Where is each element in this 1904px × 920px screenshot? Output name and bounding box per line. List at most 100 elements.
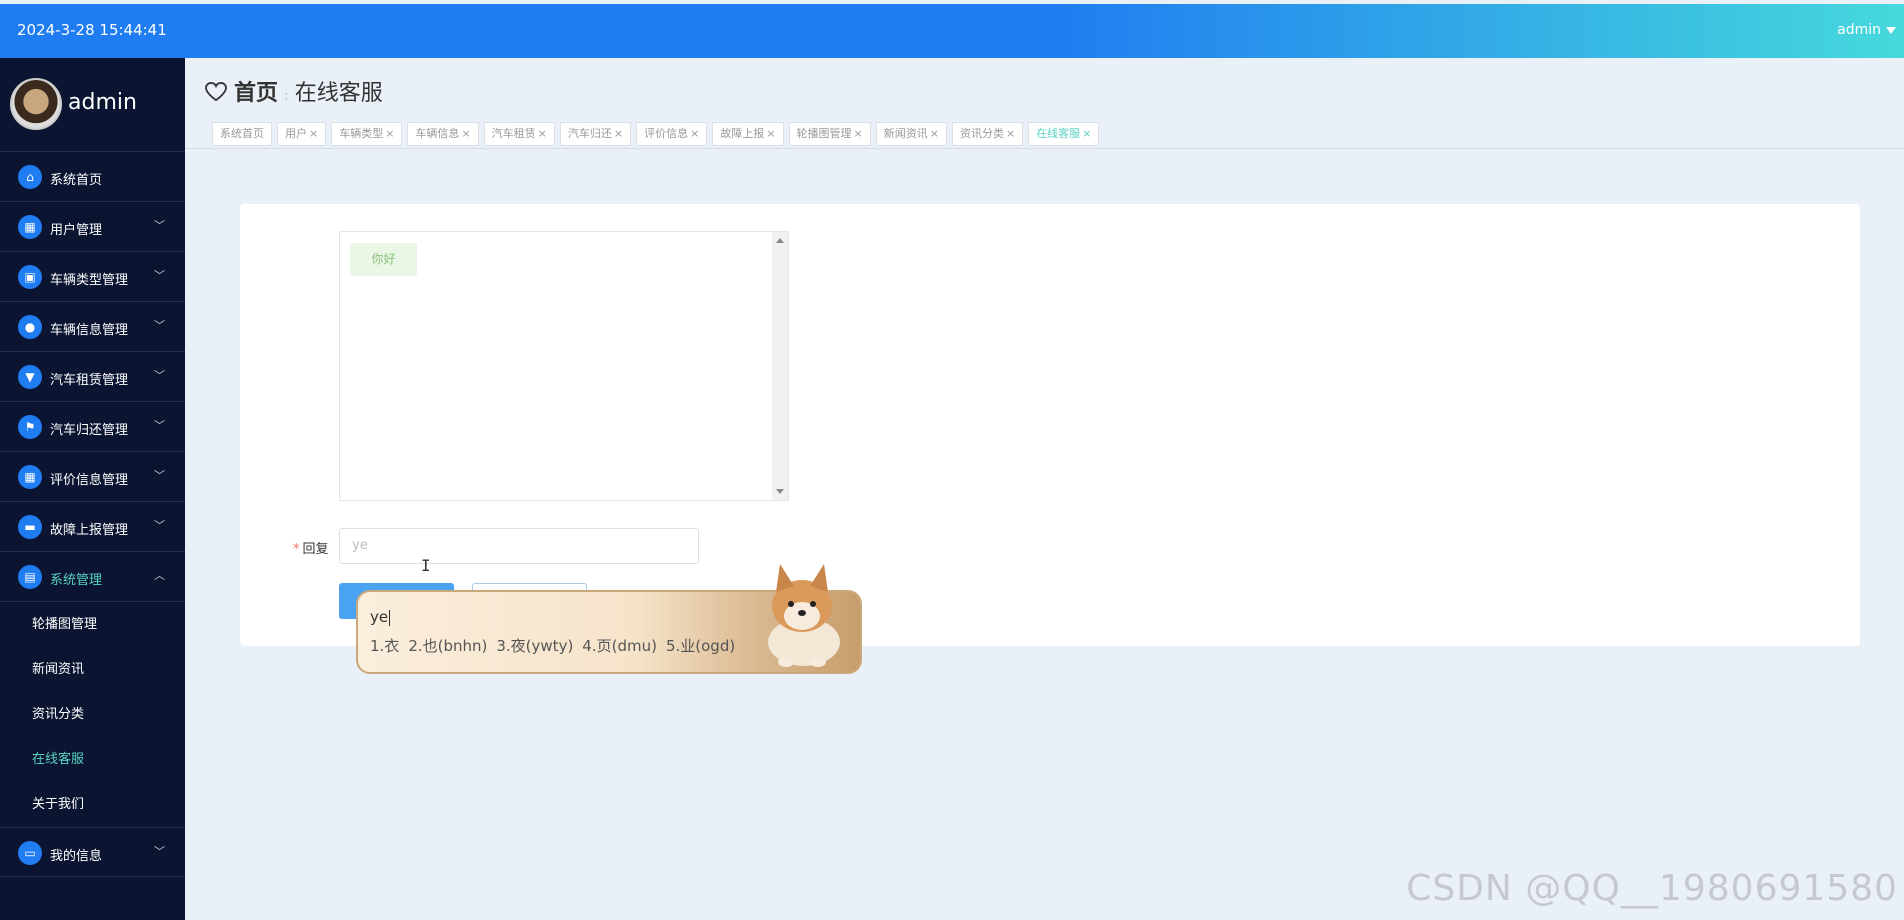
sidebar-item-my-info[interactable]: ▭ 我的信息 ﹀ [0, 827, 185, 877]
breadcrumb: 首页: 在线客服 [205, 75, 383, 107]
watermark: CSDN @QQ__1980691580 [1406, 868, 1898, 909]
sidebar-subitem[interactable]: 新闻资讯 [0, 647, 185, 692]
sidebar-item-label: 故障上报管理 [50, 523, 129, 538]
sidebar-item-label: 系统管理 [50, 573, 103, 588]
close-icon[interactable]: × [690, 127, 699, 140]
sidebar-item[interactable]: ▦ 用户管理 ﹀ [0, 202, 185, 252]
sidebar-item[interactable]: ▣ 车辆类型管理 ﹀ [0, 252, 185, 302]
sidebar-item[interactable]: ▬ 故障上报管理 ﹀ [0, 502, 185, 552]
close-icon[interactable]: × [854, 127, 863, 140]
ime-composition: ye [370, 608, 391, 626]
tab-label: 用户 [285, 127, 307, 140]
chevron-down-icon: ﹀ [154, 269, 165, 282]
chat-messages-panel[interactable]: 你好 [339, 231, 789, 501]
avatar [10, 78, 62, 130]
chevron-down-icon: ﹀ [154, 219, 165, 232]
tab-label: 系统首页 [220, 127, 264, 140]
scroll-down-icon[interactable] [776, 489, 784, 494]
sidebar: admin ⌂ 系统首页 ▦ 用户管理 ﹀ ▣ 车辆类型管理 ﹀ ● 车辆信息管理 ﹀ ▼ 汽车租赁管理… [0, 58, 185, 920]
sidebar-item-label: 用户管理 [50, 223, 103, 238]
tab[interactable]: 轮播图管理 × [788, 122, 871, 146]
trophy-icon: ▼ [18, 365, 42, 389]
tab-label: 汽车租赁 [491, 127, 536, 140]
tab-label: 车辆类型 [339, 127, 384, 140]
sidebar-item[interactable]: ⌂ 系统首页 [0, 152, 185, 202]
datetime-display: 2024-3-28 15:44:41 [17, 21, 167, 39]
sidebar-item[interactable]: ▦ 评价信息管理 ﹀ [0, 452, 185, 502]
chevron-down-icon: ﹀ [154, 319, 165, 332]
chevron-down-icon: ﹀ [154, 419, 165, 432]
flag-icon: ⚑ [18, 415, 42, 439]
close-icon[interactable]: × [766, 127, 775, 140]
sidebar-item-label: 系统首页 [50, 173, 103, 188]
sidebar-item-label: 车辆信息管理 [50, 323, 129, 338]
reply-input[interactable]: ye [339, 528, 699, 564]
sidebar-item[interactable]: ▤ 系统管理 ︿ [0, 552, 185, 602]
scrollbar[interactable] [772, 232, 788, 500]
heart-icon [205, 81, 227, 102]
chevron-down-icon: ﹀ [154, 469, 165, 482]
tab-label: 车辆信息 [415, 127, 460, 140]
tab[interactable]: 系统首页 [212, 122, 272, 146]
tab[interactable]: 汽车归还 × [559, 122, 632, 146]
breadcrumb-home[interactable]: 首页 [234, 81, 278, 106]
close-icon[interactable]: × [385, 127, 394, 140]
close-icon[interactable]: × [1082, 127, 1091, 140]
sidebar-item[interactable]: ▼ 汽车租赁管理 ﹀ [0, 352, 185, 402]
tab[interactable]: 车辆信息 × [407, 122, 479, 146]
scroll-up-icon[interactable] [776, 238, 784, 243]
close-icon[interactable]: × [614, 127, 623, 140]
close-icon[interactable]: × [930, 127, 939, 140]
tab-label: 评价信息 [644, 127, 689, 140]
ime-candidates: 1.衣 2.也(bnhn) 3.夜(ywty) 4.页(dmu) 5.业(ogd) [370, 635, 744, 656]
tab[interactable]: 故障上报 × [712, 122, 784, 146]
ime-candidate[interactable]: 2.也(bnhn) [408, 637, 487, 655]
tab-bar: 系统首页 用户 × 车辆类型 × 车辆信息 × 汽车租赁 × 汽车归还 × 评价信息 × 故障上报 × 轮播图… [212, 122, 1100, 146]
chevron-down-icon: ﹀ [154, 519, 165, 532]
tab[interactable]: 用户 × [277, 122, 327, 146]
chat-bubble: 你好 [350, 243, 417, 276]
ime-candidate[interactable]: 5.业(ogd) [666, 637, 735, 655]
chevron-down-icon: ﹀ [154, 369, 165, 382]
tab[interactable]: 车辆类型 × [331, 122, 403, 146]
tab[interactable]: 汽车租赁 × [483, 122, 555, 146]
image-icon: ▣ [18, 265, 42, 289]
caret-down-icon [1886, 26, 1896, 34]
sidebar-subitem[interactable]: 在线客服 [0, 737, 185, 782]
grid-icon: ▦ [18, 465, 42, 489]
top-bar: 2024-3-28 15:44:41 admin [0, 4, 1904, 58]
shiba-dog-icon [768, 564, 840, 667]
close-icon[interactable]: × [309, 127, 318, 140]
briefcase-icon: ▬ [18, 515, 42, 539]
tab[interactable]: 在线客服 × [1028, 122, 1100, 146]
sidebar-item-label: 汽车租赁管理 [50, 373, 129, 388]
home-icon: ⌂ [18, 165, 42, 189]
sidebar-subitem[interactable]: 关于我们 [0, 782, 185, 827]
sidebar-item-label: 我的信息 [50, 849, 103, 864]
text-caret [389, 609, 391, 626]
sidebar-subitem[interactable]: 轮播图管理 [0, 602, 185, 647]
sidebar-item[interactable]: ● 车辆信息管理 ﹀ [0, 302, 185, 352]
close-icon[interactable]: × [461, 127, 470, 140]
tab[interactable]: 评价信息 × [636, 122, 708, 146]
tab[interactable]: 资讯分类 × [951, 122, 1024, 146]
chevron-down-icon: ﹀ [154, 845, 165, 858]
sidebar-profile: admin [0, 58, 185, 152]
tab-label: 新闻资讯 [883, 127, 928, 140]
user-menu[interactable]: admin [1837, 22, 1896, 38]
sidebar-item-label: 汽车归还管理 [50, 423, 129, 438]
tab-label: 在线客服 [1036, 127, 1081, 140]
breadcrumb-current: 在线客服 [294, 81, 383, 106]
card-icon: ▭ [18, 841, 42, 865]
ime-candidate[interactable]: 1.衣 [370, 637, 399, 655]
close-icon[interactable]: × [538, 127, 547, 140]
close-icon[interactable]: × [1006, 127, 1015, 140]
ime-candidate[interactable]: 3.夜(ywty) [496, 637, 573, 655]
chevron-up-icon: ︿ [154, 569, 165, 582]
sidebar-subitem[interactable]: 资讯分类 [0, 692, 185, 737]
ime-candidate[interactable]: 4.页(dmu) [582, 637, 657, 655]
tab[interactable]: 新闻资讯 × [875, 122, 947, 146]
location-icon: ● [18, 315, 42, 339]
sidebar-item[interactable]: ⚑ 汽车归还管理 ﹀ [0, 402, 185, 452]
divider [185, 148, 1904, 149]
